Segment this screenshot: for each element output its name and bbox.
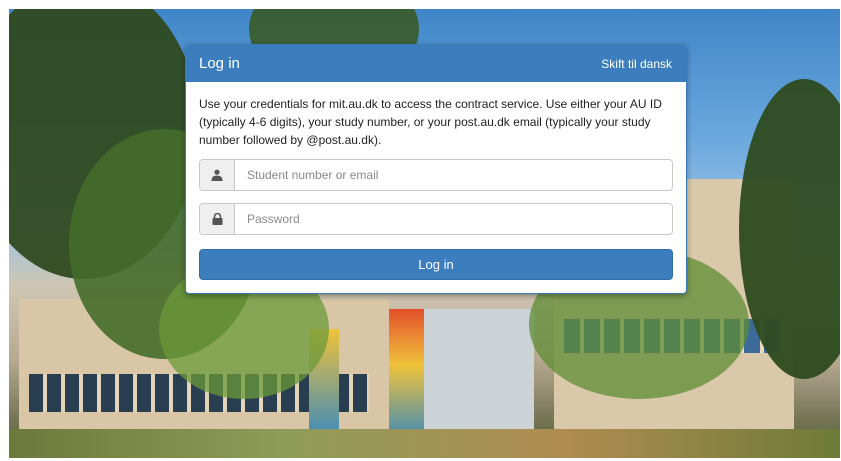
username-input[interactable]: [235, 160, 672, 190]
password-input[interactable]: [235, 204, 672, 234]
login-button[interactable]: Log in: [199, 249, 673, 280]
panel-title: Log in: [199, 55, 240, 72]
building-entrance: [424, 309, 534, 444]
colored-pillar: [389, 309, 424, 449]
language-switch-link[interactable]: Skift til dansk: [601, 57, 672, 71]
lock-icon: [200, 204, 235, 234]
panel-header: Log in Skift til dansk: [186, 45, 686, 82]
username-field-group: [199, 159, 673, 191]
password-field-group: [199, 203, 673, 235]
panel-body: Use your credentials for mit.au.dk to ac…: [186, 82, 686, 280]
login-panel: Log in Skift til dansk Use your credenti…: [185, 44, 687, 294]
ground: [9, 429, 840, 458]
intro-text: Use your credentials for mit.au.dk to ac…: [199, 97, 662, 147]
user-icon: [200, 160, 235, 190]
